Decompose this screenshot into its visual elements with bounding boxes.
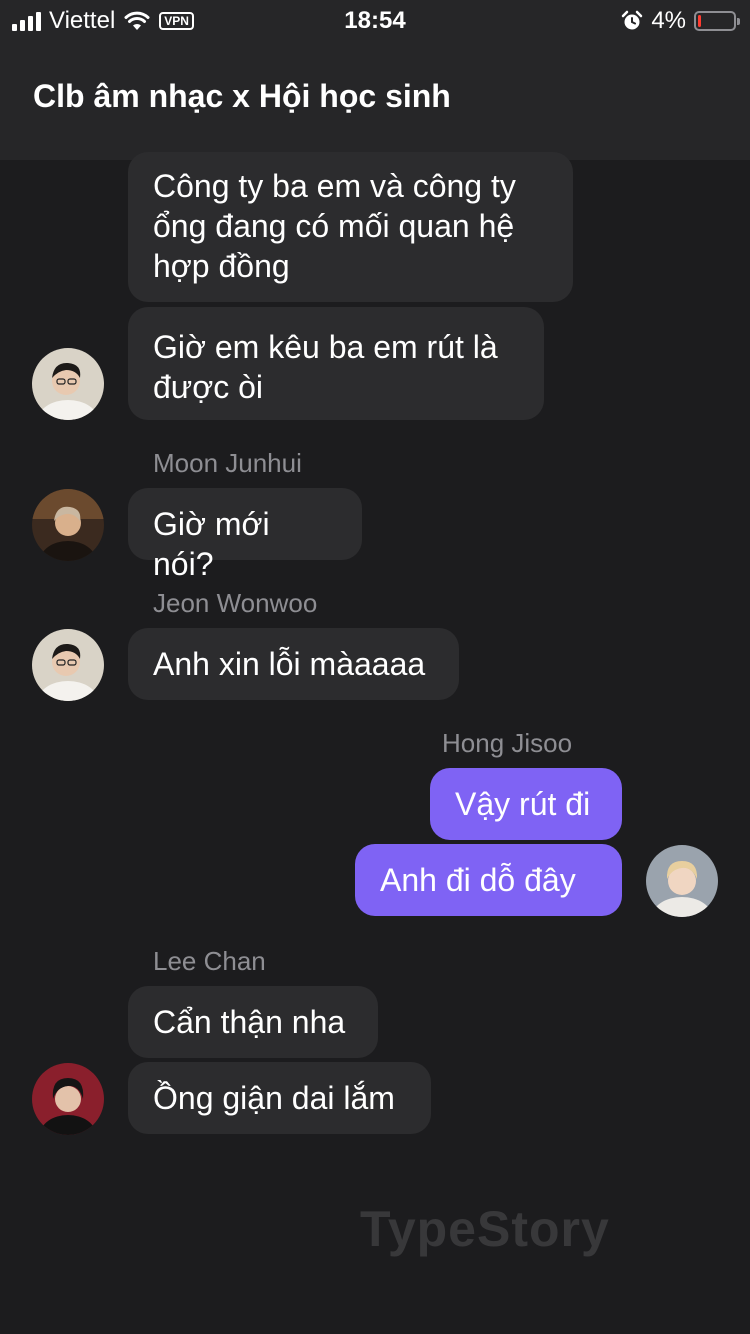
alarm-icon	[622, 10, 643, 30]
message-bubble[interactable]: Giờ mới nói?	[128, 488, 362, 582]
avatar-moon-junhui[interactable]	[32, 489, 104, 561]
status-bar: Viettel VPN 18:54 4%	[0, 0, 750, 40]
message-bubble[interactable]: Công ty ba em và công ty ổng đang có mối…	[128, 152, 573, 302]
sender-name: Hong Jisoo	[442, 728, 573, 758]
avatar-hong-jisoo[interactable]	[646, 845, 718, 917]
message-bubble[interactable]: Anh xin lỗi màaaaa	[128, 628, 459, 700]
chat-header: Clb âm nhạc x Hội học sinh	[0, 40, 750, 160]
message-bubble-outgoing[interactable]: Anh đi dỗ đây	[355, 844, 622, 916]
battery-percent: 4%	[651, 7, 686, 34]
message-bubble[interactable]: Ồng giận dai lắm	[128, 1062, 431, 1134]
avatar-jeon-wonwoo[interactable]	[32, 348, 104, 420]
sender-name: Lee Chan	[153, 946, 266, 976]
message-bubble-outgoing[interactable]: Vậy rút đi	[430, 768, 622, 840]
message-bubble[interactable]: Cẩn thận nha	[128, 986, 378, 1058]
sender-name: Moon Junhui	[153, 448, 302, 478]
message-bubble[interactable]: Giờ em kêu ba em rút là được òi	[128, 307, 544, 420]
avatar-lee-chan[interactable]	[32, 1063, 104, 1135]
avatar-jeon-wonwoo[interactable]	[32, 629, 104, 701]
battery-icon	[694, 11, 740, 31]
sender-name: Jeon Wonwoo	[153, 588, 318, 618]
status-right: 4%	[621, 7, 740, 35]
watermark-logo: TypeStory	[360, 1201, 610, 1257]
chat-title[interactable]: Clb âm nhạc x Hội học sinh	[33, 78, 451, 115]
